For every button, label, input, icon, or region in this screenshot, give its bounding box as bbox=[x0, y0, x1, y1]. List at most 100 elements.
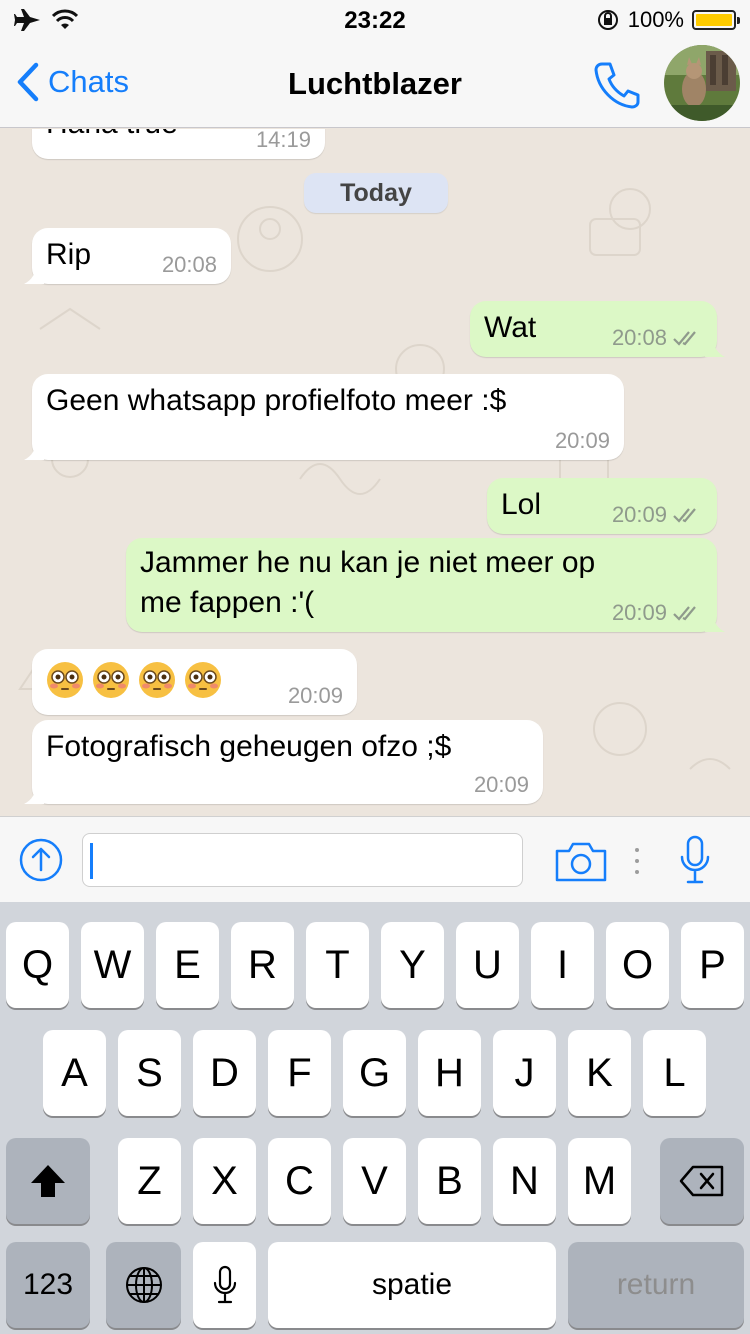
key-z[interactable]: Z bbox=[118, 1138, 181, 1224]
chevron-left-icon bbox=[17, 62, 39, 102]
key-l[interactable]: L bbox=[643, 1030, 706, 1116]
key-i[interactable]: I bbox=[531, 922, 594, 1008]
message-text: Haha true bbox=[46, 129, 178, 144]
keyboard: Q W E R T Y U I O P A S D F G H J K L Z … bbox=[0, 902, 750, 1334]
key-a[interactable]: A bbox=[43, 1030, 106, 1116]
bubble-tail bbox=[705, 337, 725, 357]
key-q[interactable]: Q bbox=[6, 922, 69, 1008]
bubble-tail bbox=[24, 264, 44, 284]
message-meta: 20:09 bbox=[474, 772, 529, 798]
key-b[interactable]: B bbox=[418, 1138, 481, 1224]
key-j[interactable]: J bbox=[493, 1030, 556, 1116]
return-key[interactable]: return bbox=[568, 1242, 744, 1328]
message-bubble-incoming[interactable]: Rip 20:08 bbox=[24, 228, 231, 284]
message-time: 20:09 bbox=[611, 502, 667, 527]
key-s[interactable]: S bbox=[118, 1030, 181, 1116]
date-divider: Today bbox=[304, 173, 448, 213]
microphone-icon[interactable] bbox=[678, 835, 712, 885]
numbers-key[interactable]: 123 bbox=[6, 1242, 90, 1328]
status-right: 100% bbox=[596, 6, 740, 34]
backspace-key[interactable] bbox=[660, 1138, 744, 1224]
bubble-tail bbox=[24, 784, 44, 804]
message-meta: 14:19 bbox=[256, 129, 311, 153]
text-caret bbox=[90, 843, 93, 879]
message-meta: 20:09 bbox=[288, 683, 343, 709]
key-v[interactable]: V bbox=[343, 1138, 406, 1224]
shift-arrow-icon bbox=[31, 1165, 65, 1197]
key-o[interactable]: O bbox=[606, 922, 669, 1008]
message-bubble-outgoing[interactable]: Wat 20:08 bbox=[470, 301, 725, 357]
contact-avatar[interactable] bbox=[664, 45, 740, 121]
message-text-line: me fappen :'( bbox=[140, 586, 315, 619]
upload-arrow-icon[interactable] bbox=[18, 837, 64, 883]
message-time: 20:09 bbox=[611, 600, 667, 625]
key-r[interactable]: R bbox=[231, 922, 294, 1008]
dictation-key[interactable] bbox=[193, 1242, 256, 1328]
key-w[interactable]: W bbox=[81, 922, 144, 1008]
camera-icon[interactable] bbox=[554, 839, 608, 883]
key-n[interactable]: N bbox=[493, 1138, 556, 1224]
flushed-face-emoji-icon bbox=[139, 662, 175, 698]
battery-percent: 100% bbox=[627, 7, 684, 32]
message-meta: 20:08 bbox=[612, 325, 703, 351]
message-meta: 20:09 bbox=[612, 502, 703, 528]
message-time: 20:09 bbox=[473, 772, 529, 797]
message-text: Geen whatsapp profielfoto meer :$ bbox=[46, 384, 507, 417]
emoji-row bbox=[46, 661, 222, 699]
message-bubble-incoming[interactable]: 20:09 bbox=[32, 649, 357, 715]
phone-call-icon[interactable] bbox=[588, 56, 644, 112]
message-meta: 20:09 bbox=[555, 428, 610, 454]
key-x[interactable]: X bbox=[193, 1138, 256, 1224]
orientation-lock-icon bbox=[597, 10, 618, 30]
separator-dots-icon bbox=[635, 848, 639, 874]
message-input[interactable] bbox=[82, 833, 523, 887]
bubble-tail bbox=[24, 440, 44, 460]
key-f[interactable]: F bbox=[268, 1030, 331, 1116]
back-label: Chats bbox=[48, 64, 129, 99]
avatar-photo bbox=[664, 45, 740, 121]
message-meta: 20:08 bbox=[162, 252, 217, 278]
message-time: 20:09 bbox=[554, 428, 610, 453]
microphone-icon bbox=[213, 1265, 236, 1304]
message-bubble-outgoing[interactable]: Jammer he nu kan je niet meer op me fapp… bbox=[126, 538, 725, 632]
key-u[interactable]: U bbox=[456, 922, 519, 1008]
message-text: Fotografisch geheugen ofzo ;$ bbox=[46, 730, 452, 763]
message-text: Lol bbox=[501, 488, 542, 521]
message-bubble-incoming[interactable]: Fotografisch geheugen ofzo ;$ 20:09 bbox=[24, 720, 543, 804]
double-check-read-icon bbox=[673, 508, 696, 523]
status-bar: 23:22 100% bbox=[0, 0, 750, 40]
message-bubble-incoming[interactable]: Geen whatsapp profielfoto meer :$ 20:09 bbox=[24, 374, 624, 460]
key-m[interactable]: M bbox=[568, 1138, 631, 1224]
message-text: Jammer he nu kan je niet meer op me fapp… bbox=[140, 543, 595, 623]
message-bubble-outgoing[interactable]: Lol 20:09 bbox=[487, 478, 717, 534]
message-input-bar bbox=[0, 816, 750, 902]
backspace-icon bbox=[679, 1165, 724, 1197]
flushed-face-emoji-icon bbox=[47, 662, 83, 698]
key-d[interactable]: D bbox=[193, 1030, 256, 1116]
globe-key[interactable] bbox=[106, 1242, 181, 1328]
key-e[interactable]: E bbox=[156, 922, 219, 1008]
message-bubble-incoming[interactable]: Haha true 14:19 bbox=[32, 129, 325, 159]
battery-icon bbox=[692, 10, 740, 30]
message-time: 20:09 bbox=[287, 683, 343, 708]
key-k[interactable]: K bbox=[568, 1030, 631, 1116]
globe-icon bbox=[125, 1267, 162, 1303]
key-g[interactable]: G bbox=[343, 1030, 406, 1116]
message-text: Wat bbox=[484, 311, 537, 344]
chat-header: Chats Luchtblazer bbox=[0, 40, 750, 128]
message-time: 20:08 bbox=[161, 252, 217, 277]
double-check-read-icon bbox=[673, 606, 696, 621]
key-y[interactable]: Y bbox=[381, 922, 444, 1008]
back-button[interactable]: Chats bbox=[16, 62, 129, 102]
space-key[interactable]: spatie bbox=[268, 1242, 556, 1328]
key-h[interactable]: H bbox=[418, 1030, 481, 1116]
key-t[interactable]: T bbox=[306, 922, 369, 1008]
shift-key[interactable] bbox=[6, 1138, 90, 1224]
message-text-line: Jammer he nu kan je niet meer op bbox=[140, 546, 596, 579]
key-c[interactable]: C bbox=[268, 1138, 331, 1224]
key-p[interactable]: P bbox=[681, 922, 744, 1008]
chat-messages[interactable]: Haha true 14:19 Today Rip 20:08 Wat 20:0… bbox=[0, 129, 750, 817]
message-time: 14:19 bbox=[255, 129, 311, 152]
battery-fill bbox=[696, 14, 732, 26]
bubble-tail bbox=[705, 612, 725, 632]
